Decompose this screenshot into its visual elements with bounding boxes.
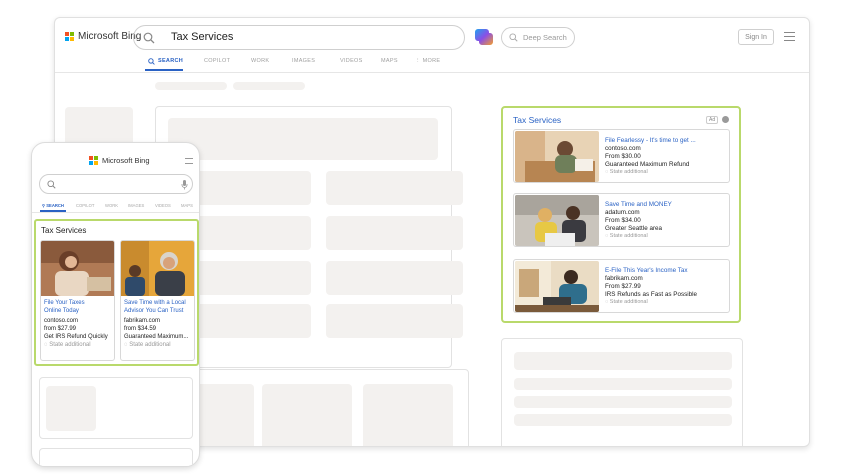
nav-divider bbox=[55, 72, 809, 73]
skeleton-bar bbox=[514, 396, 732, 408]
ad-card-title[interactable]: Save Time and MONEY bbox=[605, 201, 672, 208]
hamburger-menu-icon[interactable] bbox=[784, 32, 795, 41]
ad-card-price: from $27.99 bbox=[44, 326, 77, 332]
ad-card[interactable]: Save Time with a Local Advisor You Can T… bbox=[120, 240, 195, 361]
skeleton-block bbox=[326, 261, 463, 295]
results-card-placeholder bbox=[155, 369, 469, 446]
tab-images[interactable]: IMAGES bbox=[128, 203, 144, 208]
sidebar-card-placeholder bbox=[501, 338, 743, 446]
ad-card-note: ◌ State additional bbox=[605, 299, 648, 305]
hamburger-menu-icon[interactable] bbox=[185, 158, 193, 164]
skeleton-block bbox=[326, 216, 463, 250]
ad-card[interactable]: E-File This Year's Income Tax fabrikam.c… bbox=[513, 259, 730, 313]
bing-logo[interactable]: Microsoft Bing bbox=[89, 156, 150, 165]
ad-card-title-line1[interactable]: Save Time with a Local bbox=[124, 300, 186, 306]
ad-card-title-line2[interactable]: Online Today bbox=[44, 308, 79, 314]
mobile-device: Microsoft Bing ⚲ SEARCH COPILOT WORK IMA… bbox=[31, 142, 200, 467]
desktop-ad-panel: Tax Services Ad File Fearlessy - It's ti… bbox=[501, 106, 741, 323]
ad-card-title[interactable]: File Fearlessy - It's time to get ... bbox=[605, 137, 696, 144]
ad-card[interactable]: File Fearlessy - It's time to get ... co… bbox=[513, 129, 730, 183]
skeleton-block bbox=[326, 304, 463, 338]
ad-card-domain: contoso.com bbox=[605, 145, 641, 152]
skeleton-bar bbox=[514, 378, 732, 390]
ad-card-domain: fabrikam.com bbox=[124, 318, 161, 324]
ad-card-tagline: Greater Seattle area bbox=[605, 225, 663, 232]
skeleton-bar bbox=[233, 82, 305, 90]
deep-search-icon bbox=[509, 33, 518, 42]
sign-in-button[interactable]: Sign In bbox=[738, 29, 774, 45]
ad-panel-title: Tax Services bbox=[41, 226, 87, 235]
search-icon bbox=[47, 180, 56, 189]
ad-card[interactable]: Save Time and MONEY adatum.com From $34.… bbox=[513, 193, 730, 247]
ad-card-title-line1[interactable]: File Your Taxes bbox=[44, 300, 85, 306]
ad-badge: Ad bbox=[706, 116, 719, 124]
deep-search-label: Deep Search bbox=[523, 33, 567, 42]
skeleton-block bbox=[46, 386, 96, 431]
ad-card-domain: contoso.com bbox=[44, 318, 79, 324]
ad-card-image bbox=[121, 241, 194, 296]
skeleton-block bbox=[326, 171, 463, 205]
tab-work[interactable]: WORK bbox=[251, 58, 269, 64]
tab-maps[interactable]: MAPS bbox=[381, 58, 398, 64]
results-card-placeholder bbox=[39, 377, 193, 439]
microsoft-logo-icon bbox=[89, 156, 98, 165]
skeleton-block bbox=[168, 118, 438, 160]
ad-card-tagline: Guaranteed Maximum Refund bbox=[605, 161, 690, 168]
ad-card-domain: adatum.com bbox=[605, 209, 640, 216]
skeleton-bar bbox=[514, 352, 732, 370]
ad-card-image bbox=[515, 261, 599, 312]
ad-card-title-line2[interactable]: Advisor You Can Trust bbox=[124, 308, 183, 314]
search-input[interactable] bbox=[39, 174, 193, 194]
search-icon bbox=[143, 32, 155, 44]
search-tab-icon bbox=[148, 58, 155, 65]
tab-more-label: MORE bbox=[422, 58, 441, 64]
bing-logo-text: Microsoft Bing bbox=[102, 156, 150, 165]
copilot-icon[interactable] bbox=[474, 27, 494, 47]
nav-divider bbox=[32, 212, 199, 213]
microphone-icon[interactable] bbox=[181, 180, 188, 190]
ad-panel-title: Tax Services bbox=[513, 115, 562, 125]
ad-card-tagline: IRS Refunds as Fast as Possible bbox=[605, 291, 698, 298]
tab-more[interactable]: ⋮ MORE bbox=[415, 58, 440, 64]
ad-card-note: ◌ State additional bbox=[44, 342, 91, 348]
results-card-placeholder bbox=[39, 448, 193, 466]
microsoft-logo-icon bbox=[65, 32, 74, 41]
tab-search[interactable]: ⚲ SEARCH bbox=[42, 203, 64, 208]
skeleton-bar bbox=[155, 82, 227, 90]
tab-images[interactable]: IMAGES bbox=[292, 58, 315, 64]
tab-copilot[interactable]: COPILOT bbox=[204, 58, 230, 64]
skeleton-bar bbox=[514, 414, 732, 426]
info-icon[interactable] bbox=[722, 116, 729, 123]
mobile-ad-panel: Tax Services File Your Taxes Online Toda… bbox=[34, 219, 199, 366]
bing-logo-text: Microsoft Bing bbox=[78, 31, 142, 42]
tab-copilot[interactable]: COPILOT bbox=[76, 203, 94, 208]
skeleton-block bbox=[363, 384, 453, 446]
ad-card-price: From $27.99 bbox=[605, 283, 641, 290]
ad-card-domain: fabrikam.com bbox=[605, 275, 643, 282]
ad-card-price: From $30.00 bbox=[605, 153, 641, 160]
ad-card-image bbox=[515, 131, 599, 182]
deep-search-button[interactable]: Deep Search bbox=[501, 27, 575, 48]
ad-card-image bbox=[41, 241, 114, 296]
ad-card-note: ◌ State additional bbox=[605, 169, 648, 175]
tab-videos[interactable]: VIDEOS bbox=[155, 203, 171, 208]
search-query: Tax Services bbox=[171, 31, 234, 43]
ad-card-image bbox=[515, 195, 599, 246]
ad-card-title[interactable]: E-File This Year's Income Tax bbox=[605, 267, 688, 274]
tab-videos[interactable]: VIDEOS bbox=[340, 58, 363, 64]
ad-card-price: From $34.00 bbox=[605, 217, 641, 224]
ad-card-note: ◌ State additional bbox=[124, 342, 171, 348]
bing-logo[interactable]: Microsoft Bing bbox=[65, 31, 141, 42]
ad-card[interactable]: File Your Taxes Online Today contoso.com… bbox=[40, 240, 115, 361]
ad-card-tagline: Get IRS Refund Quickly bbox=[44, 334, 108, 340]
ad-card-note: ◌ State additional bbox=[605, 233, 648, 239]
active-tab-indicator bbox=[145, 69, 183, 71]
more-icon: ⋮ bbox=[415, 58, 423, 64]
tab-maps[interactable]: MAPS bbox=[181, 203, 193, 208]
skeleton-block bbox=[262, 384, 352, 446]
ad-card-tagline: Guaranteed Maximum... bbox=[124, 334, 189, 340]
ad-card-price: from $34.59 bbox=[124, 326, 157, 332]
tab-work[interactable]: WORK bbox=[105, 203, 118, 208]
tab-search[interactable]: SEARCH bbox=[158, 58, 183, 64]
